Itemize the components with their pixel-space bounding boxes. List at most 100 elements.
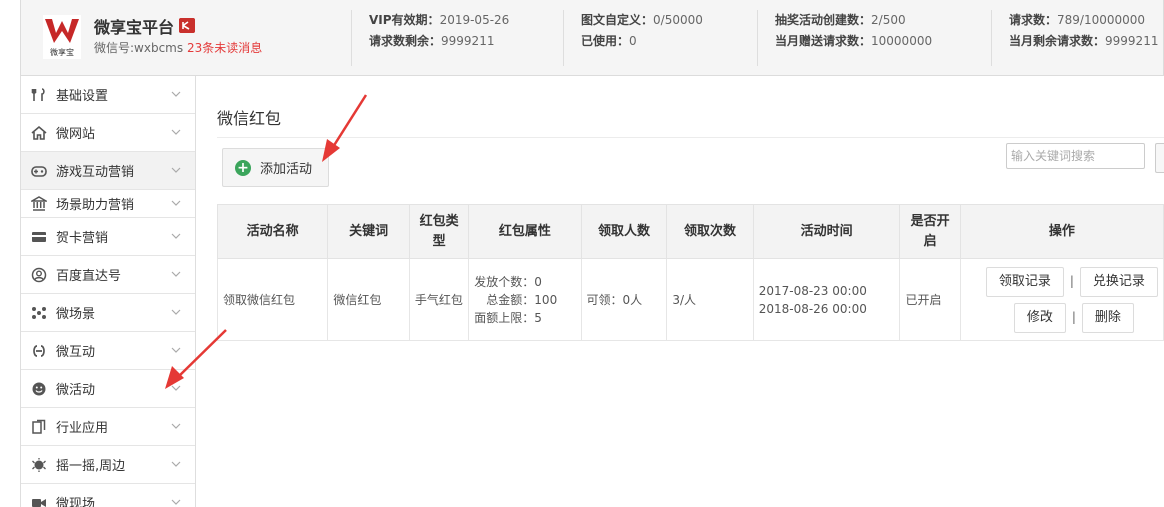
cell-keyword: 微信红包	[327, 258, 410, 341]
separator: |	[1069, 273, 1074, 288]
attr-total: 总金额：100	[486, 292, 558, 307]
stat-key: 当月剩余请求数：	[1009, 34, 1106, 48]
stat-key: 请求数剩余：	[369, 34, 442, 48]
table-header-row: 活动名称 关键词 红包类型 红包属性 领取人数 领取次数 活动时间 是否开启 操…	[216, 204, 1164, 259]
stat-key: 已使用：	[581, 34, 630, 48]
sidebar-item-micro-scene[interactable]: 微场景	[21, 294, 195, 332]
sidebar: 基础设置 微网站 游戏互动营销 场景助力营销 贺卡营销 百度直达号 微场景 微互…	[20, 76, 196, 507]
exchange-record-button[interactable]: 兑换记录	[1079, 266, 1158, 297]
sidebar-item-micro-activity[interactable]: 微活动	[21, 370, 195, 408]
chevron-down-icon	[171, 91, 181, 97]
chevron-down-icon	[171, 233, 181, 239]
add-activity-button[interactable]: + 添加活动	[222, 148, 329, 187]
sidebar-item-scene-marketing[interactable]: 场景助力营销	[21, 190, 195, 218]
activity-table: 活动名称 关键词 红包类型 红包属性 领取人数 领取次数 活动时间 是否开启 操…	[216, 204, 1164, 341]
stat-key: VIP有效期：	[369, 13, 440, 27]
links-icon	[30, 342, 48, 360]
add-activity-label: 添加活动	[260, 162, 313, 177]
sidebar-item-basic-settings[interactable]: 基础设置	[21, 76, 195, 114]
stat-value: 0	[629, 34, 637, 48]
delete-button[interactable]: 删除	[1081, 302, 1134, 333]
stat-value: 789/10000000	[1057, 13, 1146, 27]
sidebar-item-greeting-card[interactable]: 贺卡营销	[21, 218, 195, 256]
attr-limit: 面额上限：5	[474, 310, 542, 325]
sidebar-item-label: 贺卡营销	[56, 231, 109, 246]
sidebar-item-label: 微互动	[56, 345, 96, 360]
bank-icon	[30, 195, 48, 213]
cell-time-range: 2017-08-23 00:00 2018-08-26 00:00	[752, 258, 901, 341]
chevron-down-icon	[171, 461, 181, 467]
shake-icon	[30, 456, 48, 474]
sidebar-item-label: 微场景	[56, 307, 96, 322]
sidebar-item-label: 行业应用	[56, 421, 109, 436]
receive-record-button[interactable]: 领取记录	[985, 266, 1064, 297]
cell-times: 3/人	[666, 258, 754, 341]
cell-activity-name: 领取微信红包	[216, 258, 329, 341]
time-end: 2018-08-26 00:00	[758, 301, 867, 316]
sidebar-item-micro-site[interactable]: 微网站	[21, 114, 195, 152]
home-icon	[30, 124, 48, 142]
unread-messages-link[interactable]: 23条未读消息	[187, 39, 262, 56]
col-header: 是否开启	[899, 204, 961, 259]
chevron-down-icon	[171, 309, 181, 315]
smile-icon	[30, 380, 48, 398]
sidebar-item-industry-apps[interactable]: 行业应用	[21, 408, 195, 446]
plus-circle-icon: +	[235, 159, 251, 176]
chevron-down-icon	[171, 167, 181, 173]
brand-name: 微享宝平台	[94, 18, 175, 37]
copy-icon	[30, 418, 48, 436]
col-header: 关键词	[327, 204, 410, 259]
col-header: 红包属性	[468, 204, 582, 259]
sidebar-item-label: 摇一摇,周边	[56, 459, 126, 474]
wechat-id: 微信号:wxbcms	[94, 41, 184, 55]
stat-key: 图文自定义：	[581, 13, 654, 27]
col-header: 操作	[959, 204, 1164, 259]
main-content: 微信红包 + 添加活动 活动名称 关键词 红包类型 红包属性 领取人数 领取次数…	[197, 76, 1164, 507]
sidebar-item-shake-nearby[interactable]: 摇一摇,周边	[21, 446, 195, 484]
vip-icon[interactable]	[179, 18, 195, 33]
sidebar-item-baidu-direct[interactable]: 百度直达号	[21, 256, 195, 294]
attr-count: 发放个数：0	[474, 274, 542, 289]
sidebar-item-game-marketing[interactable]: 游戏互动营销	[21, 152, 195, 190]
nodes-icon	[30, 304, 48, 322]
stat-value: 2019-05-26	[439, 13, 510, 27]
search-button[interactable]	[1155, 143, 1164, 173]
chevron-down-icon	[171, 200, 181, 206]
logo-text: 微享宝	[50, 47, 74, 57]
search-input[interactable]	[1006, 143, 1145, 169]
stat-value: 0/50000	[653, 13, 703, 27]
chevron-down-icon	[171, 385, 181, 391]
sidebar-item-label: 微活动	[56, 383, 96, 398]
stat-lottery: 抽奖活动创建数：2/500 当月赠送请求数：10000000	[757, 10, 932, 66]
sidebar-item-label: 基础设置	[56, 89, 109, 104]
cell-operations: 领取记录 | 兑换记录 修改 | 删除	[959, 258, 1164, 341]
stat-requests: 请求数：789/10000000 当月剩余请求数：9999211	[991, 10, 1158, 66]
stat-value: 2/500	[871, 13, 906, 27]
page-title: 微信红包	[217, 109, 282, 128]
sidebar-item-micro-live[interactable]: 微现场	[21, 484, 195, 507]
chevron-down-icon	[171, 423, 181, 429]
chevron-down-icon	[171, 129, 181, 135]
tools-icon	[30, 86, 48, 104]
stat-key: 抽奖活动创建数：	[775, 13, 872, 27]
sidebar-item-micro-interaction[interactable]: 微互动	[21, 332, 195, 370]
col-header: 领取次数	[666, 204, 754, 259]
separator: |	[1071, 309, 1076, 324]
user-circle-icon	[30, 266, 48, 284]
sidebar-item-label: 场景助力营销	[56, 198, 135, 213]
col-header: 红包类型	[408, 204, 470, 259]
stat-value: 9999211	[1105, 34, 1159, 48]
stat-value: 10000000	[871, 34, 933, 48]
top-header: 微享宝 微享宝平台 微信号:wxbcms 23条未读消息 VIP有效期：2019…	[20, 0, 1164, 76]
chevron-down-icon	[171, 347, 181, 353]
stat-key: 当月赠送请求数：	[775, 34, 872, 48]
sidebar-item-label: 微网站	[56, 127, 96, 142]
cell-receivers: 可领：0人	[580, 258, 668, 341]
stat-value: 9999211	[441, 34, 495, 48]
table-row: 领取微信红包 微信红包 手气红包 发放个数：0 总金额：100 面额上限：5 可…	[216, 258, 1164, 341]
chevron-down-icon	[171, 271, 181, 277]
sidebar-item-label: 微现场	[56, 497, 96, 507]
video-icon	[30, 494, 48, 507]
edit-button[interactable]: 修改	[1013, 302, 1066, 333]
stat-graphic: 图文自定义：0/50000 已使用：0	[563, 10, 703, 66]
